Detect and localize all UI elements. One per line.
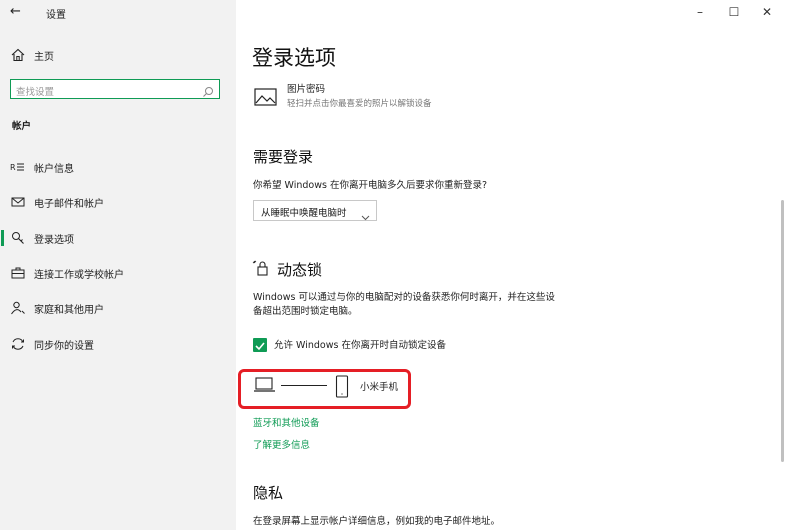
dropdown-value: 从睡眠中唤醒电脑时 bbox=[261, 208, 347, 219]
sidebar-item-email[interactable]: 电子邮件和帐户 bbox=[0, 188, 236, 216]
sidebar-item-label: 帐户信息 bbox=[34, 164, 74, 175]
section-heading: 帐户 bbox=[12, 121, 32, 132]
privacy-heading: 隐私 bbox=[253, 484, 284, 502]
dynamic-lock-checkbox[interactable] bbox=[253, 338, 267, 352]
sidebar-item-label: 电子邮件和帐户 bbox=[34, 199, 104, 210]
bluetooth-devices-link[interactable]: 蓝牙和其他设备 bbox=[253, 415, 320, 429]
learn-more-link[interactable]: 了解更多信息 bbox=[253, 437, 310, 451]
sidebar-item-sign-in-options[interactable]: 登录选项 bbox=[0, 224, 236, 252]
page-title: 登录选项 bbox=[252, 46, 336, 70]
window-title: 设置 bbox=[46, 10, 66, 21]
person-add-icon bbox=[10, 300, 26, 316]
dynamic-lock-checkbox-label[interactable]: 允许 Windows 在你离开时自动锁定设备 bbox=[274, 338, 446, 353]
maximize-button[interactable]: ☐ bbox=[721, 2, 747, 22]
sidebar-item-work-school[interactable]: 连接工作或学校帐户 bbox=[0, 259, 236, 287]
sidebar-item-home[interactable]: 主页 bbox=[0, 41, 236, 69]
key-icon bbox=[10, 230, 26, 246]
require-signin-heading: 需要登录 bbox=[253, 148, 314, 166]
sidebar-item-label: 登录选项 bbox=[34, 235, 74, 246]
sidebar-item-sync[interactable]: 同步你的设置 bbox=[0, 330, 236, 358]
picture-icon bbox=[254, 87, 278, 107]
signin-timing-dropdown[interactable]: 从睡眠中唤醒电脑时 bbox=[253, 200, 377, 221]
require-signin-question: 你希望 Windows 在你离开电脑多久后要求你重新登录? bbox=[253, 180, 487, 191]
dynamic-lock-icon bbox=[252, 258, 272, 278]
check-icon bbox=[255, 342, 265, 351]
sidebar-item-label: 主页 bbox=[34, 52, 54, 63]
sync-icon bbox=[10, 336, 26, 352]
sidebar-item-family[interactable]: 家庭和其他用户 bbox=[0, 294, 236, 322]
minimize-button[interactable]: – bbox=[687, 2, 713, 22]
search-icon[interactable] bbox=[202, 83, 214, 97]
highlight-box bbox=[238, 369, 411, 409]
sidebar-item-label: 家庭和其他用户 bbox=[34, 305, 104, 316]
home-icon bbox=[10, 47, 26, 63]
sidebar-item-label: 连接工作或学校帐户 bbox=[34, 270, 124, 281]
picture-password-desc: 轻扫并点击你最喜爱的照片以解锁设备 bbox=[287, 99, 432, 109]
search-placeholder: 查找设置 bbox=[16, 87, 55, 98]
sidebar: ← 设置 主页 查找设置 帐户 R 帐户信息 电子邮件和帐户 登录选项 连接工作… bbox=[0, 0, 236, 530]
close-button[interactable]: ✕ bbox=[754, 2, 780, 22]
person-card-icon: R bbox=[10, 159, 26, 175]
scrollbar[interactable] bbox=[781, 200, 784, 462]
privacy-desc: 在登录屏幕上显示帐户详细信息，例如我的电子邮件地址。 bbox=[253, 516, 501, 527]
picture-password-title[interactable]: 图片密码 bbox=[287, 82, 325, 97]
sidebar-item-account-info[interactable]: R 帐户信息 bbox=[0, 153, 236, 181]
back-arrow-icon[interactable]: ← bbox=[10, 4, 26, 20]
sidebar-item-label: 同步你的设置 bbox=[34, 341, 94, 352]
dynamic-lock-desc-line2: 备超出范围时锁定电脑。 bbox=[253, 306, 358, 317]
chevron-down-icon bbox=[361, 207, 370, 221]
dynamic-lock-desc-line1: Windows 可以通过与你的电脑配对的设备获悉你何时离开，并在这些设 bbox=[253, 292, 555, 303]
mail-icon bbox=[10, 194, 26, 210]
dynamic-lock-heading: 动态锁 bbox=[277, 261, 323, 279]
svg-text:R: R bbox=[10, 163, 16, 172]
search-input[interactable]: 查找设置 bbox=[10, 79, 220, 99]
briefcase-icon bbox=[10, 265, 26, 281]
